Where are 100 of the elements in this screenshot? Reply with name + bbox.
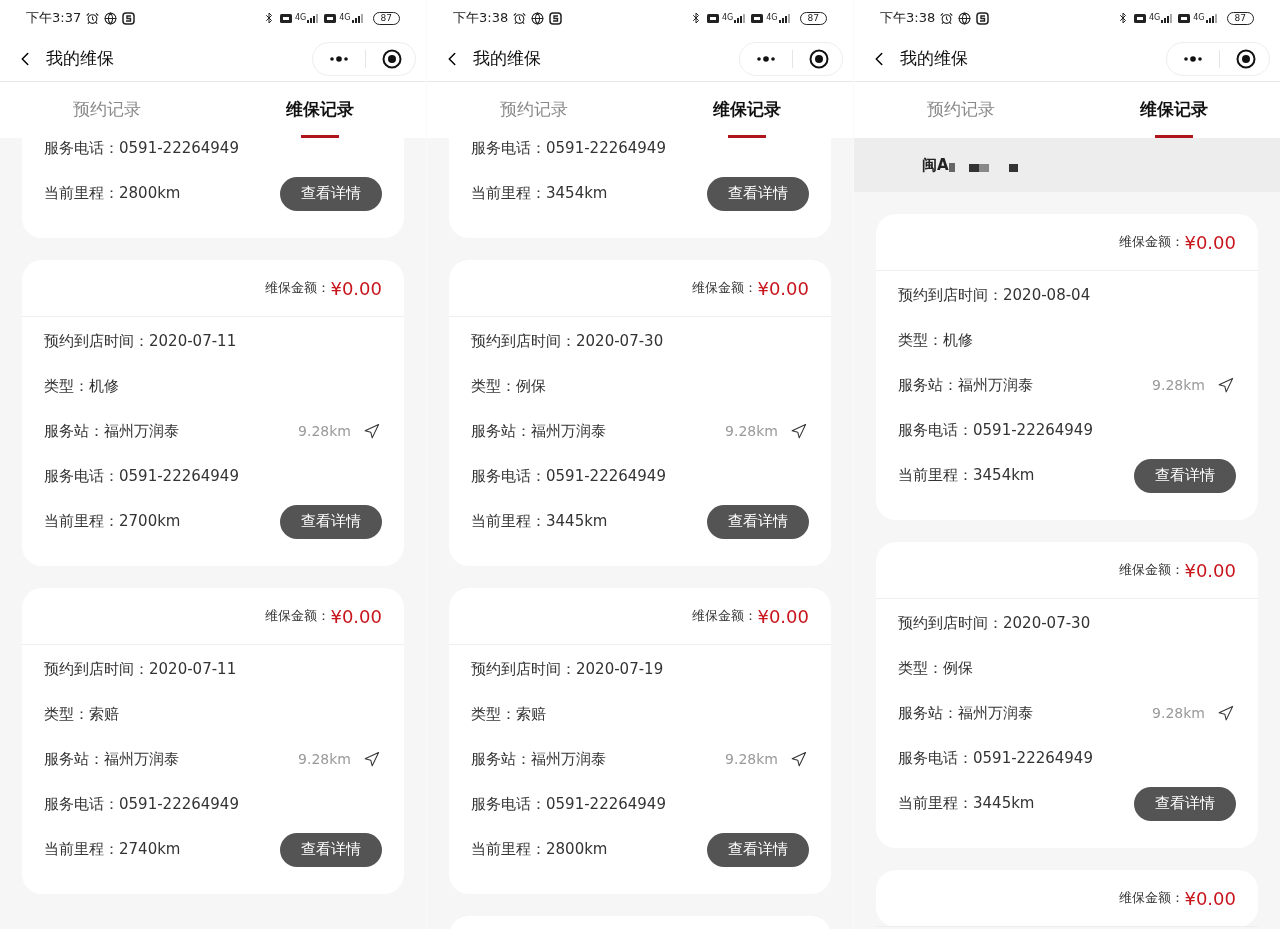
info-text: 类型：索赔 [471, 704, 546, 726]
info-text: 类型：例保 [898, 658, 973, 680]
amount-value: ¥0.00 [330, 604, 382, 629]
more-icon[interactable] [329, 55, 349, 62]
navigate-icon[interactable] [1217, 377, 1234, 394]
info-text: 预约到店时间：2020-07-11 [44, 331, 237, 353]
page-title: 我的维保 [900, 46, 968, 70]
details-button[interactable]: 查看详情 [280, 504, 382, 539]
navigate-icon[interactable] [363, 751, 380, 768]
station-text: 服务站：福州万润泰 [898, 703, 1033, 725]
amount-label: 维保金额： [1119, 233, 1185, 252]
info-text: 服务电话：0591-22264949 [44, 138, 239, 160]
mileage-text: 当前里程：2800km [44, 183, 181, 205]
mileage-text: 当前里程：3445km [898, 793, 1035, 815]
tab[interactable]: 预约记录 [854, 82, 1067, 138]
amount-label: 维保金额： [265, 607, 331, 626]
details-button[interactable]: 查看详情 [707, 176, 809, 211]
distance-text: 9.28km [298, 422, 351, 441]
amount-label: 维保金额： [265, 279, 331, 298]
status-time: 下午3:38 [880, 9, 936, 28]
page-title: 我的维保 [473, 46, 541, 70]
details-button[interactable]: 查看详情 [280, 176, 382, 211]
network-label: 4G [1148, 13, 1161, 22]
app-icon [122, 11, 136, 25]
distance-text: 9.28km [1152, 376, 1205, 395]
station-text: 服务站：福州万润泰 [471, 749, 606, 771]
amount-label: 维保金额： [1119, 561, 1185, 580]
tab[interactable]: 维保记录 [213, 82, 426, 138]
navigate-icon[interactable] [1217, 705, 1234, 722]
details-button[interactable]: 查看详情 [707, 504, 809, 539]
network-label: 4G [294, 13, 307, 22]
distance-text: 9.28km [725, 422, 778, 441]
distance-text: 9.28km [1152, 704, 1205, 723]
tab[interactable]: 预约记录 [0, 82, 213, 138]
amount-label: 维保金额： [1119, 889, 1185, 908]
network-label: 4G [766, 13, 778, 22]
info-text: 预约到店时间：2020-08-04 [898, 285, 1091, 307]
info-text: 类型：例保 [471, 376, 546, 398]
info-text: 预约到店时间：2020-07-30 [471, 331, 664, 353]
navigate-icon[interactable] [790, 751, 807, 768]
signal-icon [734, 13, 747, 23]
alarm-icon [940, 11, 954, 25]
tab[interactable]: 维保记录 [1067, 82, 1280, 138]
info-text: 预约到店时间：2020-07-19 [471, 659, 664, 681]
more-icon[interactable] [1183, 55, 1203, 62]
more-icon[interactable] [756, 55, 776, 62]
tab[interactable]: 维保记录 [640, 82, 853, 138]
app-icon [976, 11, 990, 25]
mileage-text: 当前里程：2740km [44, 839, 181, 861]
navigate-icon[interactable] [790, 423, 807, 440]
amount-value: ¥0.00 [330, 276, 382, 301]
status-time: 下午3:38 [453, 9, 509, 28]
app-icon [549, 11, 563, 25]
station-text: 服务站：福州万润泰 [44, 421, 179, 443]
amount-value: ¥0.00 [757, 276, 809, 301]
navigate-icon[interactable] [363, 423, 380, 440]
info-text: 服务电话：0591-22264949 [44, 794, 239, 816]
info-text: 类型：机修 [44, 376, 119, 398]
globe-icon [104, 11, 118, 25]
amount-value: ¥0.00 [757, 604, 809, 629]
info-text: 预约到店时间：2020-07-30 [898, 613, 1091, 635]
plate-number: 闽A [922, 154, 949, 176]
info-text: 服务电话：0591-22264949 [471, 466, 666, 488]
alarm-icon [513, 11, 527, 25]
amount-value: ¥0.00 [1184, 886, 1236, 911]
mileage-text: 当前里程：3454km [471, 183, 608, 205]
mileage-text: 当前里程：2800km [471, 839, 608, 861]
network-label: 4G [1193, 13, 1205, 22]
alarm-icon [86, 11, 100, 25]
network-label: 4G [339, 13, 351, 22]
info-text: 服务电话：0591-22264949 [898, 420, 1093, 442]
details-button[interactable]: 查看详情 [1134, 786, 1236, 821]
mileage-text: 当前里程：2700km [44, 511, 181, 533]
globe-icon [531, 11, 545, 25]
info-text: 服务电话：0591-22264949 [471, 794, 666, 816]
info-text: 服务电话：0591-22264949 [44, 466, 239, 488]
signal-icon [1205, 13, 1218, 23]
distance-text: 9.28km [725, 750, 778, 769]
amount-label: 维保金额： [692, 279, 758, 298]
info-text: 类型：索赔 [44, 704, 119, 726]
status-time: 下午3:37 [26, 9, 82, 28]
page-title: 我的维保 [46, 46, 114, 70]
mileage-text: 当前里程：3454km [898, 465, 1035, 487]
distance-text: 9.28km [298, 750, 351, 769]
tab[interactable]: 预约记录 [427, 82, 640, 138]
info-text: 服务电话：0591-22264949 [471, 138, 666, 160]
info-text: 预约到店时间：2020-07-11 [44, 659, 237, 681]
network-label: 4G [721, 13, 734, 22]
signal-icon [778, 13, 791, 23]
globe-icon [958, 11, 972, 25]
amount-label: 维保金额： [692, 607, 758, 626]
details-button[interactable]: 查看详情 [280, 832, 382, 867]
mileage-text: 当前里程：3445km [471, 511, 608, 533]
signal-icon [1161, 13, 1174, 23]
amount-value: ¥0.00 [1184, 230, 1236, 255]
details-button[interactable]: 查看详情 [707, 832, 809, 867]
signal-icon [351, 13, 364, 23]
details-button[interactable]: 查看详情 [1134, 458, 1236, 493]
station-text: 服务站：福州万润泰 [471, 421, 606, 443]
signal-icon [307, 13, 320, 23]
